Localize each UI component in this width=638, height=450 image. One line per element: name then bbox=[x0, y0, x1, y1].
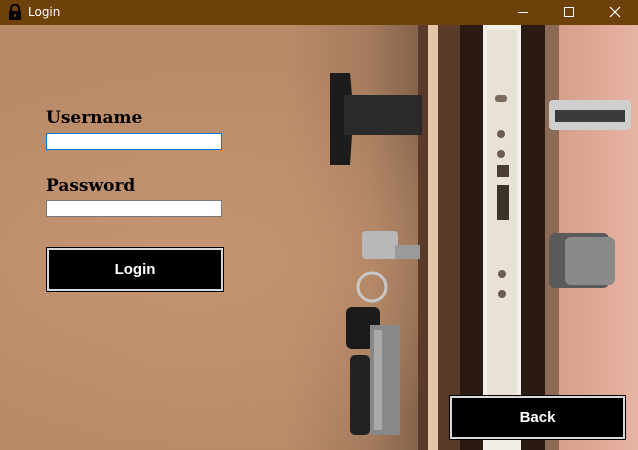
back-button[interactable]: Back bbox=[449, 395, 626, 440]
close-icon bbox=[609, 6, 621, 18]
login-window: Login Username Password Login Back bbox=[0, 0, 638, 450]
maximize-button[interactable] bbox=[546, 0, 592, 25]
close-button[interactable] bbox=[592, 0, 638, 25]
window-title: Login bbox=[28, 5, 61, 19]
username-field[interactable] bbox=[46, 133, 222, 150]
title-bar[interactable]: Login bbox=[0, 0, 638, 25]
lock-icon bbox=[9, 4, 21, 20]
minimize-button[interactable] bbox=[500, 0, 546, 25]
door-keys-illustration bbox=[330, 25, 631, 450]
minimize-icon bbox=[518, 12, 528, 13]
username-label: Username bbox=[46, 108, 143, 128]
maximize-icon bbox=[564, 7, 574, 17]
password-field[interactable] bbox=[46, 200, 222, 217]
password-label: Password bbox=[46, 176, 136, 196]
door-lock-background-image bbox=[0, 25, 638, 450]
login-button[interactable]: Login bbox=[46, 247, 224, 292]
